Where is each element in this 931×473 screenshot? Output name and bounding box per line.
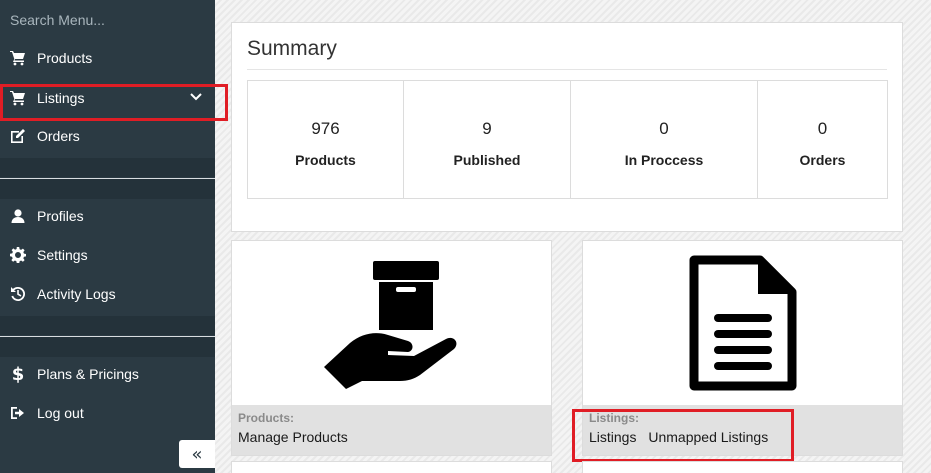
stat-in-process: 0 In Proccess [571,81,758,198]
summary-divider [247,69,887,70]
sidebar-item-label: Plans & Pricings [37,366,139,382]
stat-label: Products [295,152,356,168]
sidebar-item-label: Products [37,50,93,66]
manage-products-link[interactable]: Manage Products [238,429,348,445]
summary-title: Summary [247,37,337,60]
sidebar-item-products[interactable]: Products [0,40,215,76]
document-icon [583,241,902,406]
sidebar-item-settings[interactable]: Settings [0,237,215,273]
stat-label: In Proccess [624,152,704,168]
collapse-sidebar-button[interactable]: « [179,440,215,468]
stat-published: 9 Published [404,81,571,198]
products-card: Products: Manage Products [231,240,552,456]
stat-label: Orders [799,152,846,168]
sidebar-item-label: Listings [37,90,85,106]
sidebar-item-log-out[interactable]: Log out [0,395,215,431]
card-stub [582,461,903,473]
listings-card-title: Listings: [589,411,639,425]
sidebar-item-activity-logs[interactable]: Activity Logs [0,276,215,312]
listings-card: Listings: Listings Unmapped Listings [582,240,903,456]
products-card-footer: Products: Manage Products [232,405,551,455]
sidebar-divider-band [0,158,215,177]
sign-out-icon [9,404,27,422]
stat-value: 9 [482,119,492,138]
sidebar-divider-band [0,337,215,357]
sidebar-item-listings[interactable]: Listings [0,80,215,116]
sidebar-divider-band [0,316,215,335]
summary-panel: Summary 976 Products 9 Published 0 In Pr… [231,22,903,232]
stat-value: 0 [817,119,828,138]
edit-icon [9,127,27,145]
stat-products: 976 Products [248,81,404,198]
sidebar-item-orders[interactable]: Orders [0,118,215,154]
cart-icon [9,49,27,67]
card-stub [231,461,552,473]
sidebar-item-label: Activity Logs [37,286,116,302]
sidebar-item-plans-pricings[interactable]: $ Plans & Pricings [0,356,215,392]
products-card-title: Products: [238,411,295,425]
cart-icon [9,89,27,107]
sidebar-item-label: Orders [37,128,80,144]
summary-stats: 976 Products 9 Published 0 In Proccess 0… [247,80,888,199]
search-menu-input[interactable]: Search Menu... [10,12,105,28]
dollar-icon: $ [11,363,25,385]
stat-value: 976 [311,119,340,138]
sidebar-item-label: Settings [37,247,88,263]
sidebar: Search Menu... Products Listings Orders … [0,0,215,473]
gear-icon [9,246,27,264]
unmapped-listings-link[interactable]: Unmapped Listings [648,429,768,445]
chevron-down-icon[interactable] [189,90,203,104]
history-icon [9,285,27,303]
stat-orders: 0 Orders [758,81,887,198]
stat-value: 0 [659,119,669,138]
user-icon [9,207,27,225]
listings-card-footer: Listings: Listings Unmapped Listings [583,405,902,455]
stat-label: Published [453,152,521,168]
sidebar-item-label: Profiles [37,208,84,224]
box-in-hand-icon [232,241,551,406]
sidebar-divider-band [0,179,215,199]
sidebar-item-profiles[interactable]: Profiles [0,198,215,234]
listings-link[interactable]: Listings [589,429,636,445]
sidebar-item-label: Log out [37,405,84,421]
